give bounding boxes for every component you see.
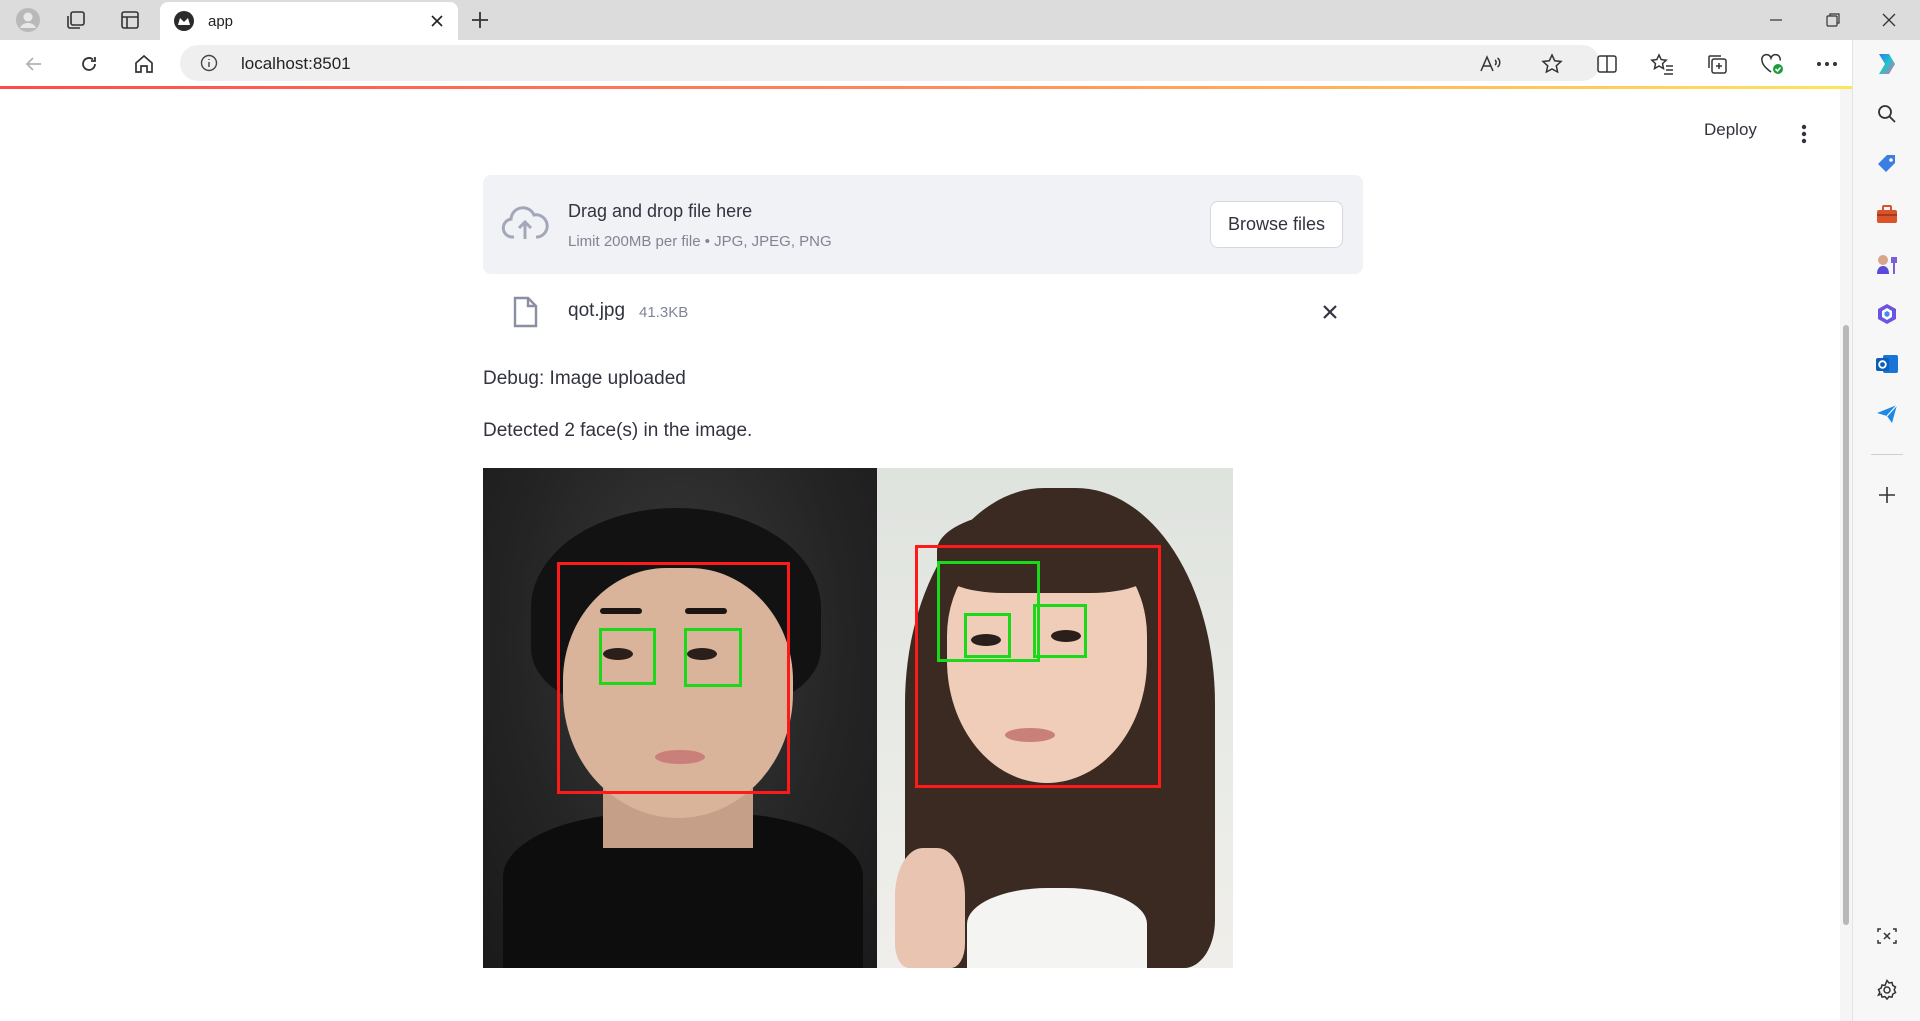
uploaded-file-size: 41.3KB [639,304,689,321]
send-icon[interactable] [1871,398,1903,430]
photo-right-panel [877,468,1233,968]
streamlit-favicon-icon [174,11,194,31]
address-bar-row: localhost:8501 [0,40,1920,86]
refresh-icon[interactable] [73,48,105,80]
dropzone-title: Drag and drop file here [568,201,753,221]
eye-box-4 [964,613,1011,658]
file-icon [511,296,539,333]
page-scrollbar-thumb[interactable] [1843,325,1849,925]
home-icon[interactable] [128,48,160,80]
browser-essentials-icon[interactable] [1756,48,1788,80]
outlook-icon[interactable] [1871,348,1903,380]
photo-left-panel [483,468,877,968]
tab-app[interactable]: app [160,2,458,40]
main-menu-icon[interactable] [1790,118,1818,150]
detection-result-message: Detected 2 face(s) in the image. [483,420,753,441]
address-bar[interactable]: localhost:8501 [180,45,1600,81]
dropzone-limit-text: Limit 200MB per file • JPG, JPEG, PNG [568,233,832,250]
browser-tab-bar: app [0,0,1920,40]
collections-icon[interactable] [1701,48,1733,80]
split-screen-icon[interactable] [1591,48,1623,80]
sidebar-divider [1871,454,1903,455]
cloud-upload-icon [501,205,549,246]
screenshot-icon[interactable] [1871,920,1903,952]
eye-box-1 [599,628,656,685]
copilot-icon[interactable] [1871,48,1903,80]
restore-icon[interactable] [1810,4,1856,36]
minimize-icon[interactable] [1753,4,1799,36]
back-icon[interactable] [18,48,50,80]
remove-file-icon[interactable] [1318,300,1342,324]
face-detection-result-image [483,468,1233,968]
profile-icon[interactable] [14,6,42,34]
uploaded-file-name: qot.jpg [568,300,626,321]
eye-box-5 [1033,604,1087,658]
streamlit-top-decoration [0,86,1852,89]
browse-files-button[interactable]: Browse files [1210,201,1343,248]
add-sidebar-app-icon[interactable] [1871,479,1903,511]
tab-title: app [208,12,234,30]
edge-sidebar [1852,40,1920,1021]
close-tab-icon[interactable] [426,10,448,32]
sidebar-settings-icon[interactable] [1871,974,1903,1006]
url-text[interactable]: localhost:8501 [241,54,351,74]
face-box-1 [557,562,790,794]
more-options-icon[interactable] [1811,48,1843,80]
eye-box-2 [684,628,742,687]
debug-message: Debug: Image uploaded [483,368,686,389]
favorite-star-icon[interactable] [1540,53,1564,75]
deploy-button[interactable]: Deploy [1704,120,1757,140]
tools-icon[interactable] [1871,198,1903,230]
read-aloud-icon[interactable] [1478,53,1502,75]
games-icon[interactable] [1871,248,1903,280]
shopping-tag-icon[interactable] [1871,148,1903,180]
close-window-icon[interactable] [1866,4,1912,36]
workspaces-icon[interactable] [62,6,90,34]
uploaded-file-item: qot.jpg 41.3KB [483,292,1363,332]
microsoft365-icon[interactable] [1871,298,1903,330]
site-info-icon[interactable] [200,54,218,77]
search-icon[interactable] [1871,98,1903,130]
new-tab-icon[interactable] [466,6,494,34]
tab-actions-icon[interactable] [116,6,144,34]
favorites-icon[interactable] [1646,48,1678,80]
file-uploader-dropzone[interactable]: Drag and drop file here Limit 200MB per … [483,175,1363,274]
